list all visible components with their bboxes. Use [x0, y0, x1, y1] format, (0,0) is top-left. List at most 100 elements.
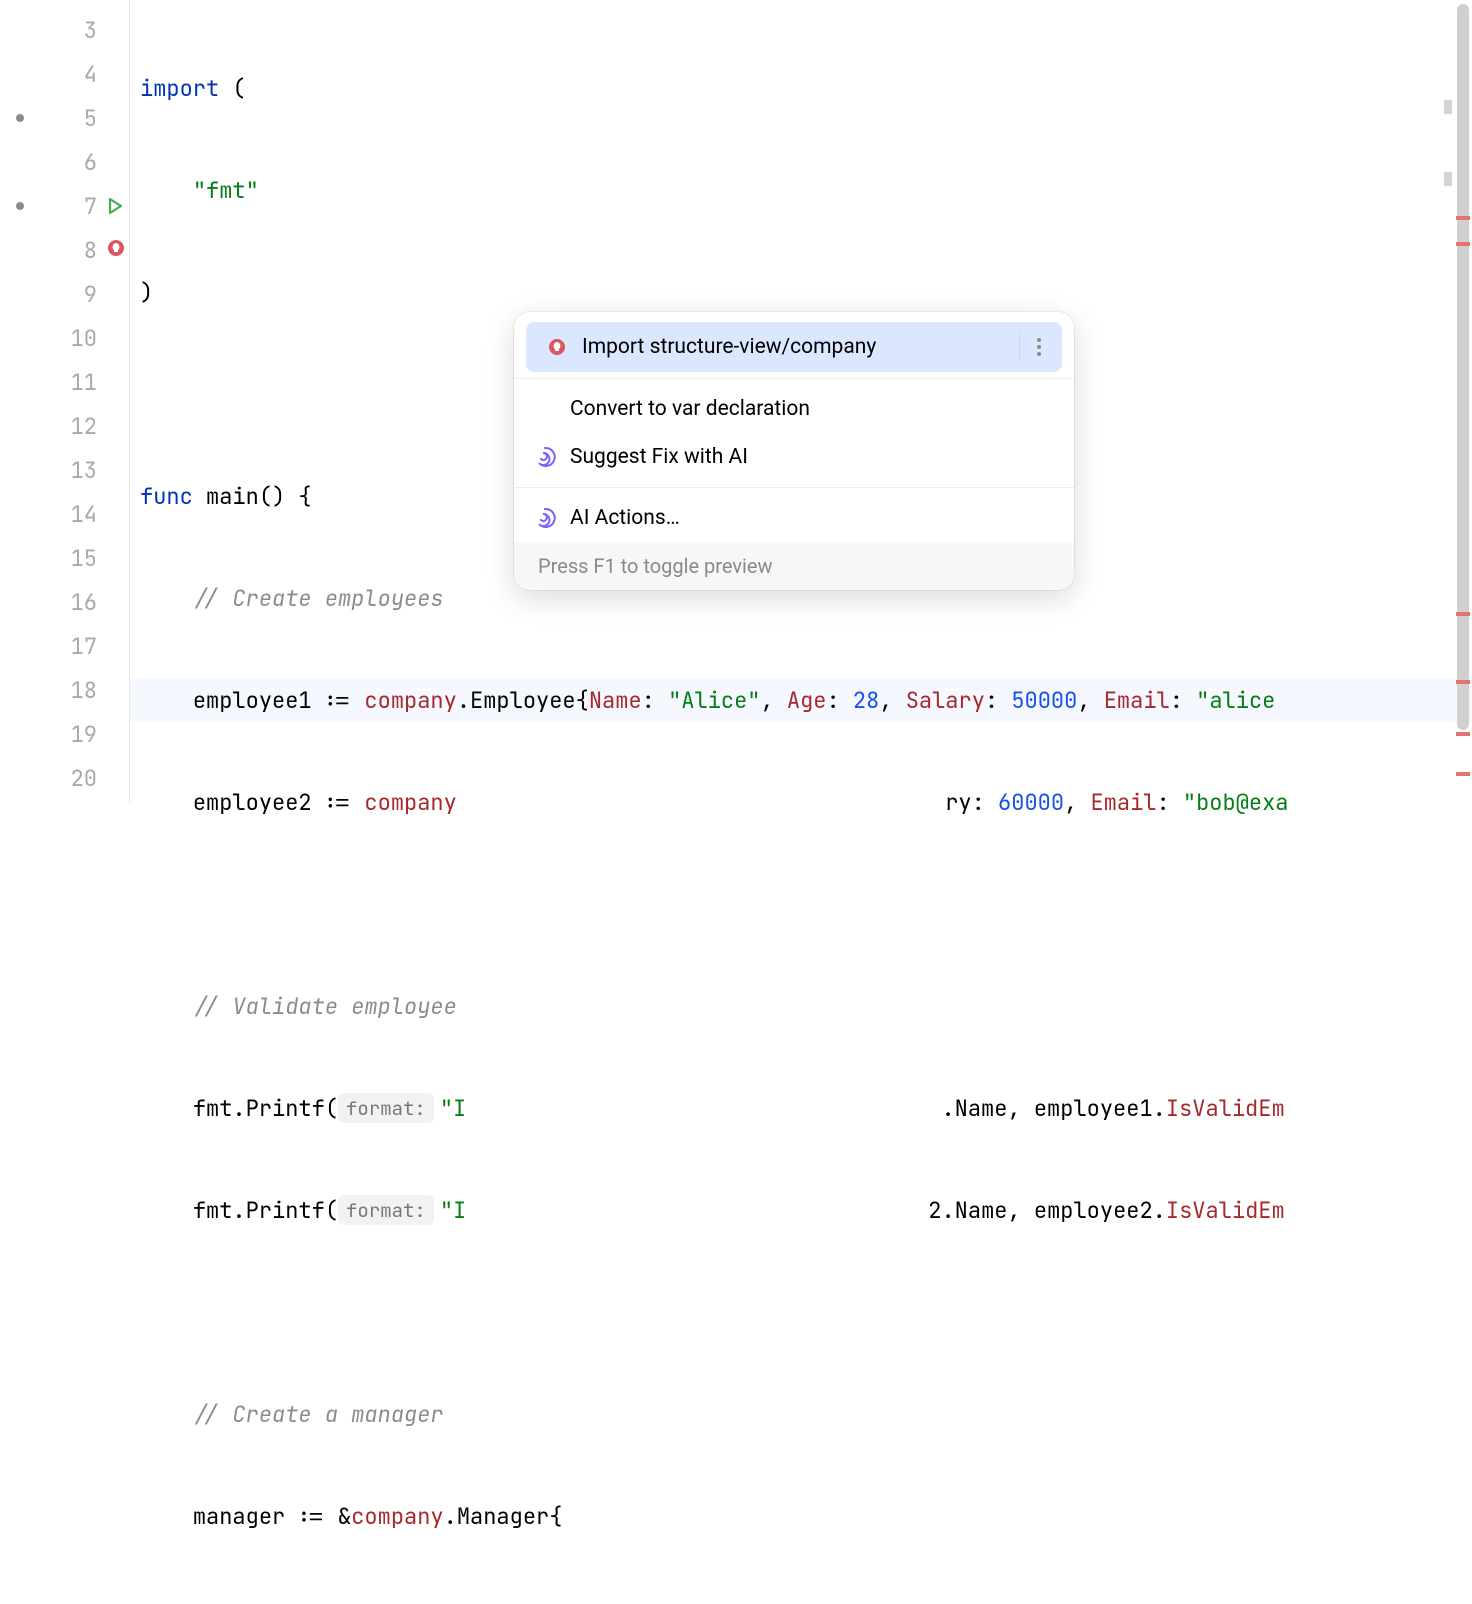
- fragment: .Name, employee2.: [941, 1196, 1165, 1225]
- line-number: 12: [71, 412, 97, 441]
- indent: [140, 1094, 193, 1123]
- line-number: 13: [71, 456, 97, 485]
- ident: employee2 :=: [193, 788, 365, 817]
- line-number: 19: [71, 720, 97, 749]
- intention-item-suggest-ai[interactable]: Suggest Fix with AI: [514, 433, 1074, 481]
- string: "I: [440, 1196, 466, 1225]
- param-hint: format:: [338, 1093, 434, 1123]
- ident: employee1 :=: [193, 686, 365, 715]
- run-icon[interactable]: [105, 196, 125, 216]
- punct: :: [985, 686, 1011, 715]
- popup-footer: Press F1 to toggle preview: [514, 542, 1074, 590]
- field: Email: [1104, 686, 1170, 715]
- string: "I: [440, 1094, 466, 1123]
- overview-tick: [1444, 100, 1452, 114]
- call: .Printf(: [232, 1196, 338, 1225]
- kebab-icon[interactable]: [1019, 334, 1042, 360]
- func-name: main: [193, 482, 259, 511]
- error-stripe[interactable]: [1456, 772, 1470, 776]
- punct: (: [219, 74, 245, 103]
- fragment: ry:: [945, 788, 998, 817]
- intention-popup[interactable]: Import structure-view/company Convert to…: [514, 312, 1074, 590]
- call: .Printf(: [232, 1094, 338, 1123]
- string: "Alice": [668, 686, 760, 715]
- bookmark-icon[interactable]: [16, 202, 24, 210]
- line-number: 7: [84, 192, 97, 221]
- field: Age: [787, 686, 827, 715]
- punct: :: [1156, 788, 1182, 817]
- string: "bob@exa: [1183, 788, 1289, 817]
- intention-label: Import structure-view/company: [582, 335, 876, 359]
- indent: [140, 788, 193, 817]
- indent: [140, 1196, 193, 1225]
- intention-bulb-icon[interactable]: [106, 236, 126, 265]
- error-stripe[interactable]: [1456, 732, 1470, 736]
- ai-spiral-icon: [534, 507, 556, 529]
- indent: [140, 686, 193, 715]
- line-number: 17: [71, 632, 97, 661]
- fragment: 2: [928, 1196, 941, 1225]
- line-number: 10: [71, 324, 97, 353]
- comment: // Create a manager: [193, 1400, 444, 1429]
- punct: ,: [760, 686, 786, 715]
- package-ref: company: [351, 1502, 443, 1531]
- param-hint: format:: [338, 1195, 434, 1225]
- scrollbar-thumb[interactable]: [1457, 4, 1469, 730]
- method: IsValidEm: [1166, 1196, 1285, 1225]
- line-number: 8: [84, 236, 97, 265]
- overview-tick: [1444, 172, 1452, 186]
- intention-label: AI Actions…: [570, 506, 680, 530]
- error-stripe[interactable]: [1456, 216, 1470, 220]
- intention-item-import[interactable]: Import structure-view/company: [526, 322, 1062, 372]
- line-number: 20: [71, 764, 97, 793]
- package-ref: company: [364, 686, 456, 715]
- separator: [514, 378, 1074, 379]
- package: fmt: [193, 1094, 233, 1123]
- intention-item-ai-actions[interactable]: AI Actions…: [514, 494, 1074, 542]
- intention-label: Convert to var declaration: [570, 397, 810, 421]
- line-number: 5: [84, 104, 97, 133]
- punct: :: [826, 686, 852, 715]
- line-number: 3: [84, 16, 97, 45]
- line-number: 6: [84, 148, 97, 177]
- intention-item-convert-var[interactable]: Convert to var declaration: [514, 385, 1074, 433]
- keyword: import: [140, 74, 219, 103]
- number: 50000: [1011, 686, 1077, 715]
- comment: // Validate employee: [193, 992, 457, 1021]
- method: IsValidEm: [1166, 1094, 1285, 1123]
- error-stripe[interactable]: [1456, 680, 1470, 684]
- string: "alice: [1196, 686, 1275, 715]
- punct: ,: [1077, 686, 1103, 715]
- punct: :: [642, 686, 668, 715]
- indent: [140, 992, 193, 1021]
- line-number: 4: [84, 60, 97, 89]
- bookmark-icon[interactable]: [16, 114, 24, 122]
- ident: manager := &: [193, 1502, 351, 1531]
- punct: ,: [1064, 788, 1090, 817]
- gutter: 3 4 5 6 7 8 9 10 11 12 13 14 15 16 17 18…: [0, 0, 130, 802]
- punct: ): [140, 278, 153, 307]
- punct: :: [1170, 686, 1196, 715]
- error-bulb-icon: [546, 337, 568, 357]
- type: .Employee{: [457, 686, 589, 715]
- error-stripe[interactable]: [1456, 242, 1470, 246]
- type: .Manager{: [444, 1502, 563, 1531]
- comment: // Create employees: [193, 584, 444, 613]
- field: Salary: [906, 686, 985, 715]
- package-ref: company: [364, 788, 456, 817]
- field: Email: [1090, 788, 1156, 817]
- package: fmt: [193, 1196, 233, 1225]
- keyword: func: [140, 482, 193, 511]
- line-number: 15: [71, 544, 97, 573]
- vertical-scrollbar[interactable]: [1456, 0, 1470, 802]
- fragment: .Name, employee1.: [941, 1094, 1165, 1123]
- indent: [140, 176, 193, 205]
- string: "fmt": [193, 176, 259, 205]
- indent: [140, 584, 193, 613]
- indent: [140, 1400, 193, 1429]
- line-number: 9: [84, 280, 97, 309]
- error-stripe[interactable]: [1456, 612, 1470, 616]
- line-number: 16: [71, 588, 97, 617]
- punct: ,: [879, 686, 905, 715]
- number: 28: [853, 686, 879, 715]
